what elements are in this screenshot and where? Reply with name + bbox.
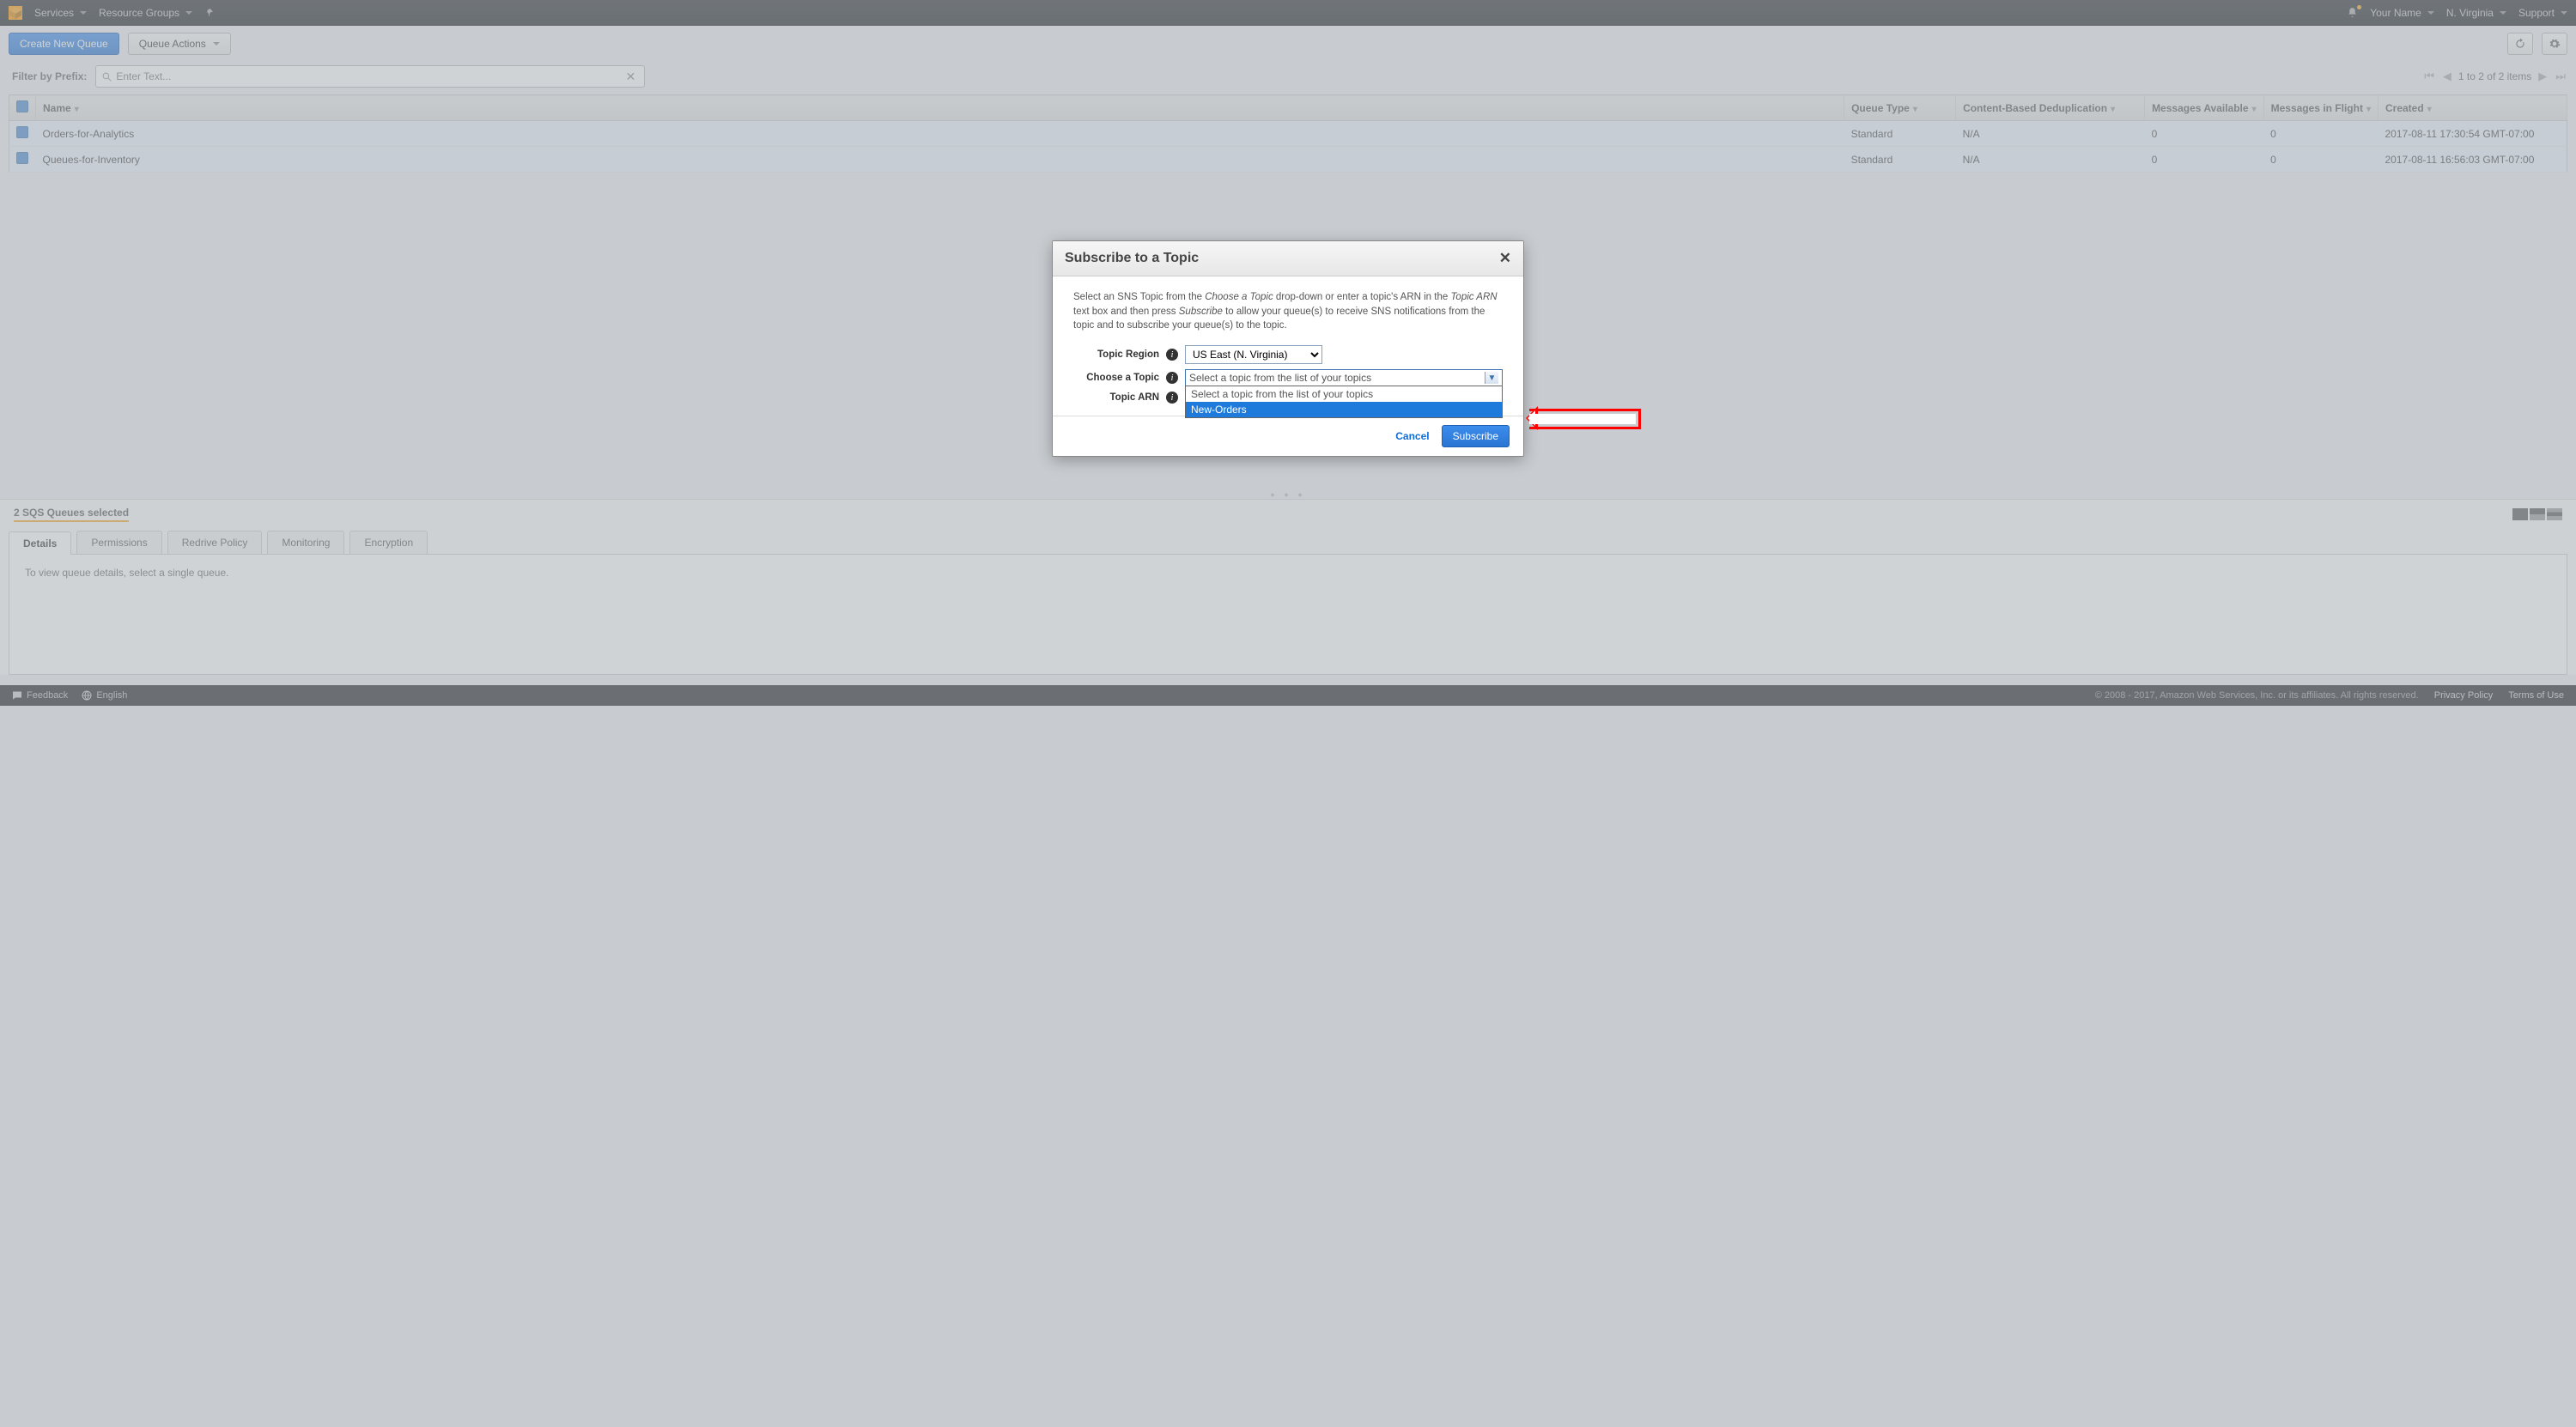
topic-region-label: Topic Region [1073, 349, 1159, 360]
modal-help-text: Select an SNS Topic from the Choose a To… [1073, 290, 1503, 333]
choose-topic-label: Choose a Topic [1073, 373, 1159, 383]
info-icon[interactable]: i [1166, 372, 1178, 384]
topic-arn-label: Topic ARN [1073, 392, 1159, 403]
topic-option[interactable]: Select a topic from the list of your top… [1186, 386, 1502, 402]
topic-region-select[interactable]: US East (N. Virginia) [1185, 345, 1322, 364]
choose-topic-dropdown: Select a topic from the list of your top… [1185, 386, 1503, 418]
modal-title: Subscribe to a Topic [1065, 251, 1199, 266]
modal-header: Subscribe to a Topic ✕ [1053, 241, 1523, 276]
subscribe-button[interactable]: Subscribe [1442, 425, 1510, 447]
annotation-arrow-icon [1529, 409, 1641, 429]
choose-topic-select[interactable]: Select a topic from the list of your top… [1185, 369, 1503, 386]
choose-topic-value: Select a topic from the list of your top… [1189, 372, 1485, 384]
subscribe-modal: Subscribe to a Topic ✕ Select an SNS Top… [1052, 240, 1524, 457]
topic-option[interactable]: New-Orders [1186, 402, 1502, 417]
modal-overlay: Subscribe to a Topic ✕ Select an SNS Top… [0, 0, 2576, 1427]
info-icon[interactable]: i [1166, 349, 1178, 361]
modal-close-icon[interactable]: ✕ [1499, 250, 1511, 267]
modal-footer: Cancel Subscribe [1053, 416, 1523, 456]
info-icon[interactable]: i [1166, 392, 1178, 404]
chevron-down-icon: ▼ [1485, 372, 1498, 384]
cancel-button[interactable]: Cancel [1395, 430, 1429, 442]
